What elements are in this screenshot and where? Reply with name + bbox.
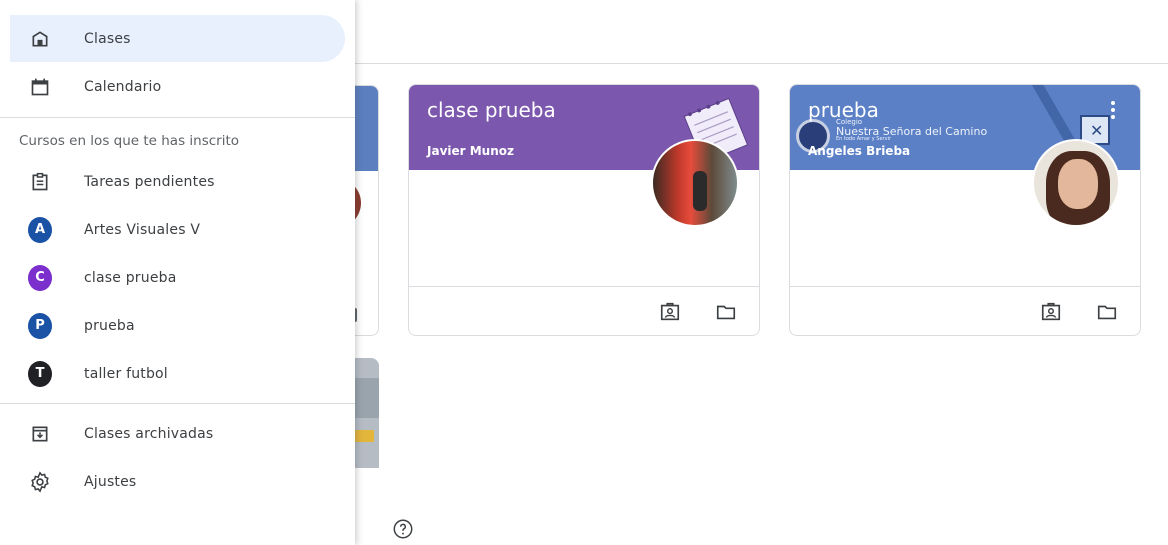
assignment-icon bbox=[28, 170, 52, 194]
course-avatar: P bbox=[28, 312, 52, 339]
nav-label: prueba bbox=[84, 317, 135, 334]
nav-item-clases-archivadas[interactable]: Clases archivadas bbox=[10, 410, 345, 457]
enrolled-section-title: Cursos en los que te has inscrito bbox=[19, 133, 240, 149]
nav-item-course-clase-prueba[interactable]: C clase prueba bbox=[10, 254, 345, 301]
folder-icon[interactable] bbox=[1096, 301, 1118, 323]
school-logo-text: Colegio Nuestra Señora del Camino En tod… bbox=[836, 119, 987, 142]
class-card-prueba[interactable]: ✕ Colegio Nuestra Señora del Camino En t… bbox=[789, 84, 1141, 336]
nav-label: Calendario bbox=[84, 78, 162, 95]
portfolio-icon[interactable] bbox=[659, 301, 681, 323]
nav-label: taller futbol bbox=[84, 365, 168, 382]
help-icon[interactable] bbox=[392, 518, 414, 540]
course-avatar: T bbox=[28, 360, 52, 387]
card-teacher: Javier Munoz bbox=[427, 144, 514, 158]
nav-item-calendario[interactable]: Calendario bbox=[10, 63, 345, 110]
more-options-icon[interactable] bbox=[1110, 101, 1116, 119]
portfolio-icon[interactable] bbox=[1040, 301, 1062, 323]
card-footer bbox=[409, 286, 759, 335]
card-footer bbox=[790, 286, 1140, 335]
nav-item-tareas-pendientes[interactable]: Tareas pendientes bbox=[10, 158, 345, 205]
course-avatar: A bbox=[28, 216, 52, 243]
nav-label: Ajustes bbox=[84, 473, 137, 490]
course-avatar: C bbox=[28, 264, 52, 291]
course-letter: C bbox=[28, 264, 52, 291]
teacher-avatar bbox=[651, 139, 739, 227]
nav-item-course-artes-visuales-v[interactable]: A Artes Visuales V bbox=[10, 206, 345, 253]
nav-label: Clases archivadas bbox=[84, 425, 214, 442]
archive-icon bbox=[28, 422, 52, 446]
calendar-icon bbox=[28, 75, 52, 99]
card-title[interactable]: prueba bbox=[808, 98, 879, 122]
course-letter: T bbox=[28, 360, 52, 387]
navigation-drawer: Clases Calendario Cursos en los que te h… bbox=[0, 0, 355, 545]
card-teacher: Angeles Brieba bbox=[808, 144, 911, 158]
nav-item-course-taller-futbol[interactable]: T taller futbol bbox=[10, 350, 345, 397]
nav-label: Tareas pendientes bbox=[84, 173, 215, 190]
classroom-page: clase prueba Javier Munoz ✕ Colegio Nues… bbox=[0, 0, 1168, 545]
nav-label: clase prueba bbox=[84, 269, 177, 286]
class-card-clase-prueba[interactable]: clase prueba Javier Munoz bbox=[408, 84, 760, 336]
folder-icon[interactable] bbox=[715, 301, 737, 323]
nav-item-ajustes[interactable]: Ajustes bbox=[10, 458, 345, 505]
course-letter: A bbox=[28, 216, 52, 243]
card-title[interactable]: clase prueba bbox=[427, 98, 556, 122]
nav-label: Clases bbox=[84, 30, 131, 47]
drawer-divider bbox=[0, 117, 355, 118]
nav-item-course-prueba[interactable]: P prueba bbox=[10, 302, 345, 349]
nav-label: Artes Visuales V bbox=[84, 221, 201, 238]
home-icon bbox=[28, 27, 52, 51]
nav-item-clases[interactable]: Clases bbox=[10, 15, 345, 62]
drawer-divider bbox=[0, 403, 355, 404]
settings-icon bbox=[28, 470, 52, 494]
teacher-avatar bbox=[1032, 139, 1120, 227]
course-letter: P bbox=[28, 312, 52, 339]
